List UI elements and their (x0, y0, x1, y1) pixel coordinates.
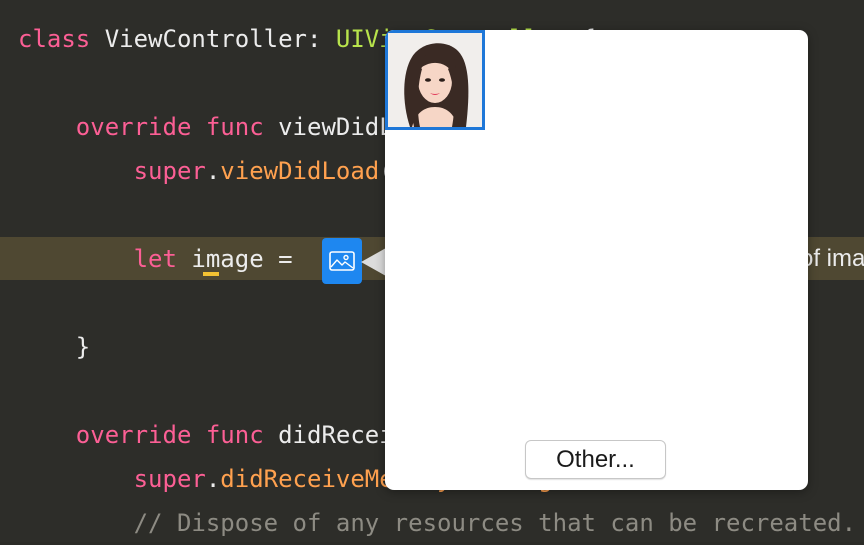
image-literal-button[interactable] (322, 238, 362, 284)
code-token: } (18, 333, 91, 361)
code-token: super (18, 157, 206, 185)
portrait-image (388, 33, 482, 127)
code-token: image = (176, 245, 307, 273)
code-token: override func (18, 113, 264, 141)
code-token: // Dispose of any resources that can be … (18, 509, 857, 537)
caret-underline (203, 272, 219, 276)
code-line: super.viewDidLoad() (18, 149, 409, 193)
trailing-code-text: of imag (800, 245, 864, 272)
code-token: super (18, 465, 206, 493)
code-token: . (205, 465, 221, 493)
code-editor[interactable]: class ViewController: UIViewController {… (0, 0, 864, 542)
code-line: // Dispose of any resources that can be … (18, 501, 856, 545)
code-token: ViewController: (90, 25, 336, 53)
code-token: class (18, 25, 91, 53)
image-icon (329, 251, 355, 271)
code-line: let image = (18, 237, 307, 281)
code-token: viewDidLoad (220, 157, 380, 185)
image-literal-popover: Other... (385, 30, 808, 490)
other-button[interactable]: Other... (525, 440, 666, 479)
code-line: } (18, 325, 90, 369)
popover-arrow (361, 248, 386, 276)
code-token: override func (18, 421, 264, 449)
image-thumbnail[interactable] (385, 30, 485, 130)
code-token: let (18, 245, 177, 273)
code-token: . (205, 157, 221, 185)
